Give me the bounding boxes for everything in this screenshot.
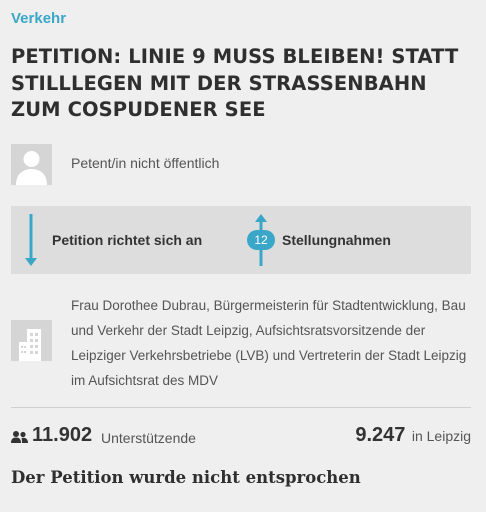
- divider: [11, 407, 471, 408]
- addressed-to-label[interactable]: Petition richtet sich an: [52, 232, 202, 248]
- people-icon: [11, 431, 28, 443]
- arrow-down-icon: [25, 214, 37, 266]
- avatar-placeholder-icon: [11, 144, 52, 185]
- petition-title: PETITION: LINIE 9 MUSS BLEIBEN! STATT ST…: [11, 45, 459, 121]
- statements-count-badge: 12: [247, 230, 275, 250]
- petition-info-box: Petition richtet sich an 12 Stellungnahm…: [11, 206, 471, 274]
- local-supporters-count: 9.247: [355, 424, 406, 446]
- category-link[interactable]: Verkehr: [11, 10, 66, 27]
- local-supporters-stat: 9.247 in Leipzig: [355, 424, 471, 450]
- petent-row: Petent/in nicht öffentlich: [11, 144, 471, 186]
- supporters-count: 11.902: [32, 424, 93, 446]
- recipient-text: Frau Dorothee Dubrau, Bürgermeisterin fü…: [71, 298, 467, 388]
- local-supporters-label: in Leipzig: [411, 428, 471, 444]
- petition-status: Der Petition wurde nicht entsprochen: [11, 468, 361, 487]
- petent-text: Petent/in nicht öffentlich: [71, 155, 220, 171]
- statements-label[interactable]: Stellungnahmen: [282, 232, 391, 248]
- building-icon: [11, 320, 52, 361]
- supporters-label: Unterstützende: [101, 430, 196, 446]
